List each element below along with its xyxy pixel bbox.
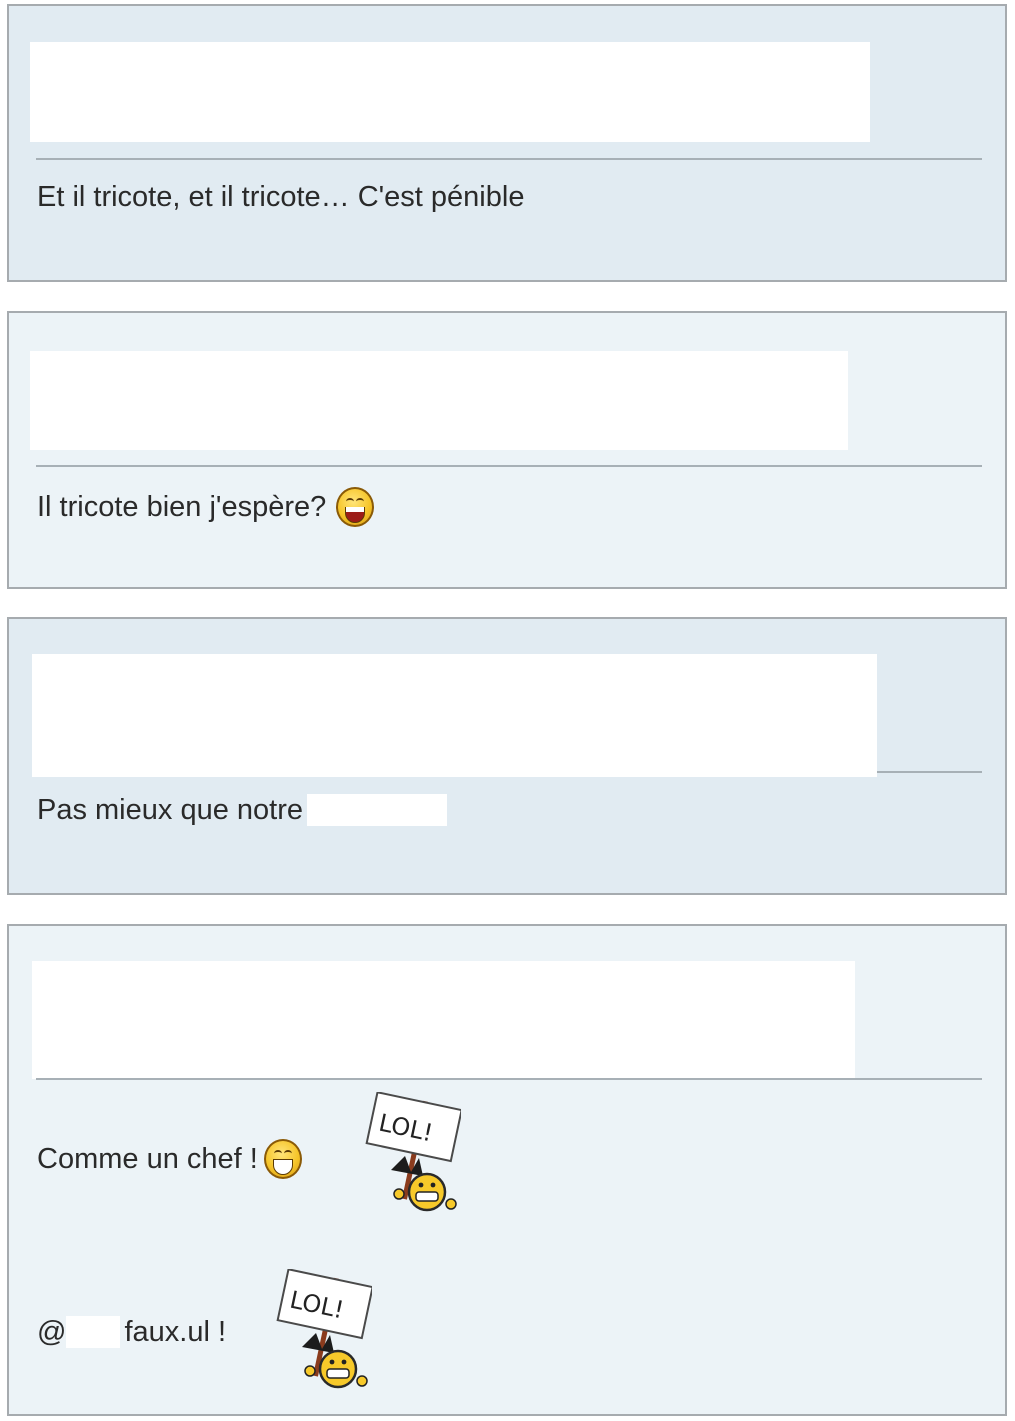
post-divider	[36, 1078, 982, 1080]
redacted-username	[306, 794, 447, 826]
lol-sign-smiley-icon: LOL!	[276, 1269, 372, 1389]
redacted-post-header	[32, 961, 855, 1079]
post-text: Comme un chef !	[37, 1143, 258, 1175]
post-message-line-1: Comme un chef !	[37, 1139, 302, 1179]
post-4: Comme un chef ! LOL! @ faux.ul ! LOL!	[7, 924, 1007, 1416]
post-divider	[36, 158, 982, 160]
lol-sign-smiley-icon: LOL!	[365, 1092, 461, 1212]
mention-prefix: @	[37, 1316, 67, 1348]
laughing-smiley-icon	[336, 487, 375, 527]
redacted-post-header	[30, 351, 848, 450]
redacted-mention	[66, 1316, 121, 1348]
redacted-post-header	[32, 654, 877, 777]
post-message: Et il tricote, et il tricote… C'est péni…	[37, 180, 524, 214]
post-1: Et il tricote, et il tricote… C'est péni…	[7, 4, 1007, 282]
post-message-line-2: @ faux.ul !	[37, 1315, 226, 1349]
post-2: Il tricote bien j'espère?	[7, 311, 1007, 589]
post-text: faux.ul !	[124, 1316, 227, 1348]
redacted-post-header	[30, 42, 870, 142]
post-message: Pas mieux que notre	[37, 793, 447, 827]
post-text: Et il tricote, et il tricote… C'est péni…	[37, 181, 525, 213]
grin-smiley-icon	[263, 1139, 302, 1179]
post-message: Il tricote bien j'espère?	[37, 487, 375, 527]
post-divider	[36, 465, 982, 467]
post-text: Il tricote bien j'espère?	[37, 491, 327, 523]
post-3: Pas mieux que notre	[7, 617, 1007, 895]
post-text: Pas mieux que notre	[37, 794, 303, 826]
